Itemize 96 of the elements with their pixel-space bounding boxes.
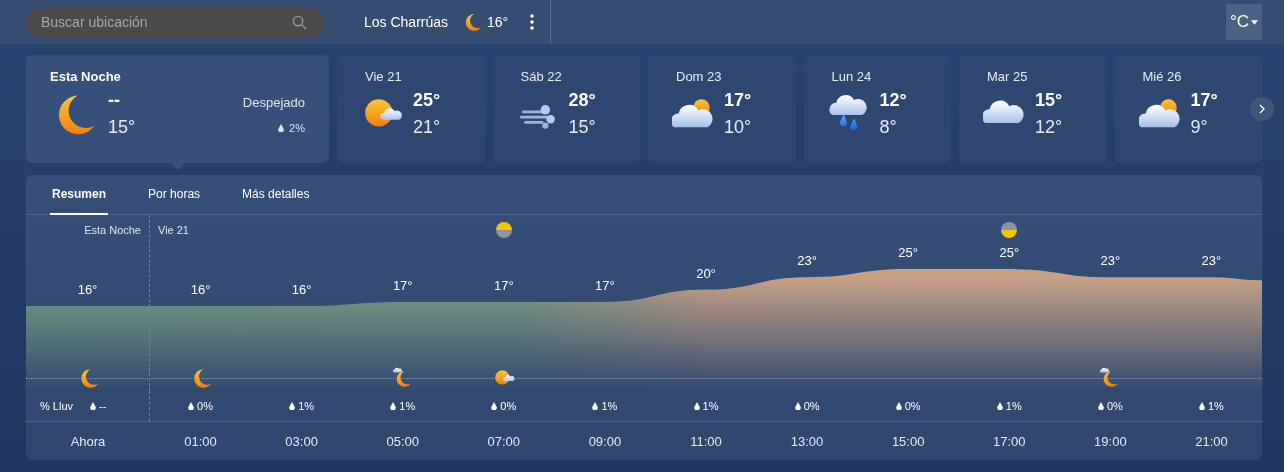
search-icon[interactable] <box>292 14 307 30</box>
high-temperature: 15° <box>1035 90 1063 111</box>
current-temperature: 16° <box>487 14 509 30</box>
rain-chance: 1% <box>298 400 315 412</box>
sunrise-icon <box>495 222 512 238</box>
hour-label: 15:00 <box>890 433 926 449</box>
low-temperature: 15° <box>108 117 136 138</box>
day-label: Sáb 22 <box>520 69 563 84</box>
raindrop-icon <box>289 402 296 410</box>
temperature-label: 23° <box>797 253 817 269</box>
temperature-label: 23° <box>1201 253 1222 269</box>
rain-chance: 1% <box>399 400 416 412</box>
low-temperature: 8° <box>879 117 898 138</box>
day-card[interactable]: Vie 21 25° 21° <box>337 55 485 163</box>
raindrop-icon <box>592 402 599 410</box>
hour-label: 05:00 <box>385 433 420 449</box>
caret-icon <box>1251 19 1259 25</box>
day-label: Lun 24 <box>831 69 873 84</box>
rain-chance: 0% <box>1106 400 1123 412</box>
rain-row-label: % Lluv <box>40 400 74 412</box>
hour-label: 07:00 <box>486 433 522 449</box>
raindrop-icon <box>895 402 902 410</box>
hour-label: 09:00 <box>587 433 623 449</box>
rain-chance: 1% <box>601 400 618 412</box>
hour-label: 21:00 <box>1194 433 1229 449</box>
rain-chance: 0% <box>500 400 517 412</box>
sunset-icon <box>1001 222 1018 238</box>
day-card[interactable]: Dom 23 17° 10° <box>648 55 796 163</box>
day-label: Vie 21 <box>365 69 403 84</box>
low-temperature: 10° <box>724 117 752 138</box>
day-marker-label: Esta Noche <box>84 224 141 236</box>
next-button[interactable] <box>1250 97 1274 121</box>
low-temperature: 9° <box>1190 117 1209 138</box>
temperature-label: 17° <box>493 277 514 293</box>
high-temperature: 17° <box>1190 90 1218 111</box>
hour-label: 13:00 <box>789 433 825 449</box>
hour-label: 17:00 <box>992 433 1027 449</box>
raindrop-icon <box>90 402 97 410</box>
temperature-label: 17° <box>392 277 413 293</box>
temperature-label: 16° <box>291 282 312 297</box>
high-temperature: -- <box>108 90 121 111</box>
rain-chance: 0% <box>197 400 213 412</box>
rain-chance: 2% <box>289 121 305 134</box>
temperature-label: 23° <box>1100 253 1121 269</box>
rain-chance: 1% <box>702 400 719 412</box>
tab[interactable]: Resumen <box>50 175 109 215</box>
day-card[interactable]: Mié 26 17° 9° <box>1114 55 1262 163</box>
rain-chance: 1% <box>1208 400 1224 412</box>
hour-label: 19:00 <box>1093 433 1128 449</box>
unit-dropdown[interactable]: °C <box>1226 4 1262 40</box>
raindrop-icon <box>1097 402 1104 410</box>
rain-chance: 0% <box>803 400 820 412</box>
day-card[interactable]: Mar 25 15° 12° <box>959 55 1107 163</box>
raindrop-icon <box>278 123 285 132</box>
day-label: Dom 23 <box>676 69 723 84</box>
high-temperature: 25° <box>413 90 441 111</box>
card-title: Esta Noche <box>50 69 122 84</box>
raindrop-icon <box>390 402 397 410</box>
raindrop-icon <box>1199 402 1205 410</box>
raindrop-icon <box>693 402 700 410</box>
rain-chance: 0% <box>904 400 921 412</box>
location-name: Los Charrúas <box>364 14 449 30</box>
high-temperature: 12° <box>879 90 907 111</box>
chevron-right-icon <box>1259 104 1265 114</box>
rain-chance: 1% <box>1005 400 1022 412</box>
condition-text: Despejado <box>242 94 305 110</box>
raindrop-icon <box>188 402 195 410</box>
day-label: Mar 25 <box>987 69 1029 84</box>
day-card[interactable]: Sáb 22 28° 15° <box>492 55 640 163</box>
low-temperature: 15° <box>568 117 596 138</box>
temperature-label: 20° <box>696 265 716 281</box>
more-options-icon[interactable] <box>530 14 535 30</box>
temperature-label: 25° <box>999 245 1020 261</box>
rain-chance: -- <box>99 400 107 412</box>
tab[interactable]: Más detalles <box>240 175 312 215</box>
temperature-label: 17° <box>595 277 615 293</box>
tonight-card[interactable]: Esta Noche -- 15° Despejado 2% <box>26 55 329 163</box>
day-card[interactable]: Lun 24 12° 8° <box>803 55 951 163</box>
hour-label: 01:00 <box>183 433 218 449</box>
raindrop-icon <box>996 402 1003 410</box>
hour-label: 11:00 <box>689 433 723 449</box>
temperature-label: 16° <box>190 282 211 297</box>
low-temperature: 21° <box>413 117 441 138</box>
hour-label: Ahora <box>69 433 107 449</box>
high-temperature: 28° <box>568 90 596 111</box>
low-temperature: 12° <box>1035 117 1063 138</box>
raindrop-icon <box>794 402 801 410</box>
temperature-label: 16° <box>77 282 98 297</box>
day-marker-label: Vie 21 <box>158 224 189 236</box>
hour-label: 03:00 <box>284 433 319 449</box>
temperature-label: 25° <box>898 245 918 261</box>
raindrop-icon <box>491 402 498 410</box>
high-temperature: 17° <box>724 90 752 111</box>
day-label: Mié 26 <box>1142 69 1183 84</box>
search-field[interactable]: Buscar ubicación <box>26 6 325 38</box>
tab[interactable]: Por horas <box>146 175 203 215</box>
